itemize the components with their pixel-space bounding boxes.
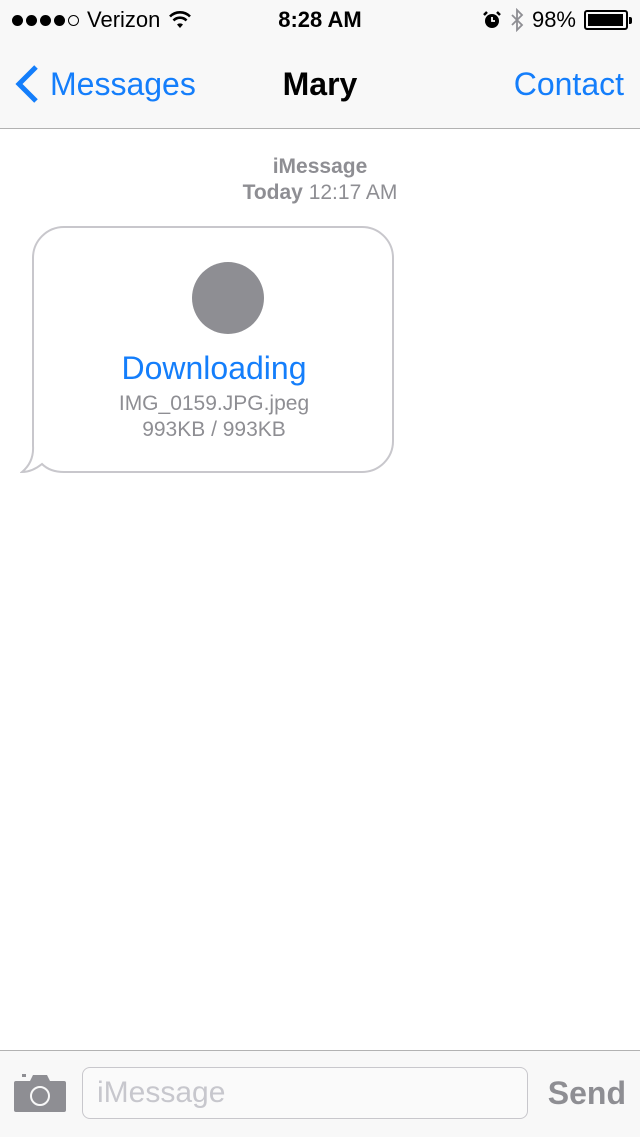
attachment-progress: 993KB / 993KB bbox=[142, 418, 286, 441]
attachment-content: Downloading IMG_0159.JPG.jpeg 993KB / 99… bbox=[34, 226, 394, 474]
attachment-filename: IMG_0159.JPG.jpeg bbox=[118, 392, 310, 415]
contact-button[interactable]: Contact bbox=[514, 66, 624, 103]
status-bar: Verizon 8:28 AM 98% bbox=[0, 0, 640, 40]
message-bubble-incoming[interactable]: Downloading IMG_0159.JPG.jpeg 993KB / 99… bbox=[20, 226, 396, 476]
camera-icon[interactable] bbox=[14, 1073, 66, 1113]
message-input[interactable] bbox=[82, 1067, 528, 1119]
battery-icon bbox=[584, 10, 632, 30]
status-right: 98% bbox=[482, 7, 632, 33]
timestamp: Today 12:17 AM bbox=[0, 181, 640, 205]
bluetooth-icon bbox=[511, 8, 524, 32]
battery-percent: 98% bbox=[531, 7, 576, 32]
navigation-bar: Messages Mary Contact bbox=[0, 40, 640, 129]
download-progress-icon bbox=[192, 262, 264, 334]
send-button[interactable]: Send bbox=[548, 1075, 626, 1112]
service-label: iMessage bbox=[272, 155, 368, 178]
alarm-icon bbox=[483, 11, 501, 28]
timestamp-day: Today bbox=[242, 181, 303, 204]
message-input-bar: Send bbox=[0, 1050, 640, 1137]
timestamp-time: 12:17 AM bbox=[308, 181, 398, 204]
download-status[interactable]: Downloading bbox=[34, 350, 394, 387]
